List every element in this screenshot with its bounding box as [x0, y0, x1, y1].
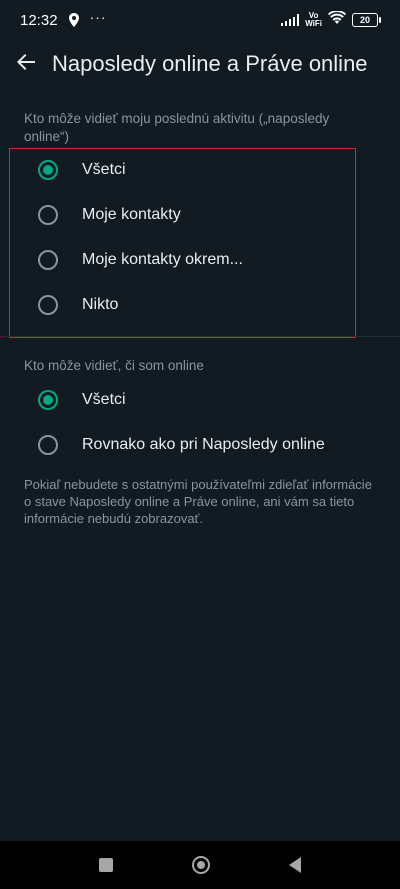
last-seen-option-nobody[interactable]: Nikto [14, 283, 354, 327]
option-label: Moje kontakty [82, 206, 181, 223]
radio-button[interactable] [38, 205, 58, 225]
battery-icon: 20 [352, 13, 381, 27]
signal-icon [281, 14, 300, 26]
system-back-button[interactable] [288, 857, 301, 873]
option-label: Rovnako ako pri Naposledy online [82, 436, 325, 453]
vowifi-indicator: Vo WiFi [305, 12, 322, 28]
radio-button[interactable] [38, 250, 58, 270]
online-option-same-as-last-seen[interactable]: Rovnako ako pri Naposledy online [14, 423, 354, 467]
wifi-icon [328, 9, 346, 30]
status-left: 12:32 ··· [20, 9, 107, 29]
option-label: Nikto [82, 296, 119, 313]
more-notifications-icon: ··· [89, 9, 107, 25]
status-right: Vo WiFi 20 [281, 9, 381, 30]
last-seen-section-label: Kto môže vidieť moju poslednú aktivitu (… [24, 111, 330, 144]
back-button[interactable] [12, 50, 40, 78]
last-seen-option-my-contacts[interactable]: Moje kontakty [14, 193, 354, 237]
radio-button-selected[interactable] [38, 390, 58, 410]
last-seen-option-everyone[interactable]: Všetci [14, 148, 354, 192]
option-label: Všetci [82, 391, 126, 408]
recents-button[interactable] [99, 858, 114, 872]
radio-button[interactable] [38, 435, 58, 455]
online-section-label: Kto môže vidieť, či som online [24, 358, 204, 373]
app-header: Naposledy online a Práve online [0, 40, 400, 88]
option-label: Všetci [82, 161, 126, 178]
radio-button[interactable] [38, 295, 58, 315]
section-divider [0, 336, 400, 337]
last-seen-option-my-contacts-except[interactable]: Moje kontakty okrem... [14, 238, 354, 282]
system-nav-bar [0, 841, 400, 889]
status-time: 12:32 [20, 11, 58, 29]
page-title: Naposledy online a Práve online [52, 51, 368, 76]
status-bar: 12:32 ··· Vo WiFi 20 [0, 0, 400, 40]
vowifi-bottom: WiFi [305, 19, 322, 28]
option-label: Moje kontakty okrem... [82, 251, 243, 268]
privacy-note: Pokiaľ nebudete s ostatnými používateľmi… [24, 477, 372, 526]
radio-button-selected[interactable] [38, 160, 58, 180]
location-icon [68, 13, 80, 27]
arrow-left-icon [16, 52, 36, 77]
home-button[interactable] [191, 856, 210, 874]
online-option-everyone[interactable]: Všetci [14, 378, 354, 422]
battery-level: 20 [359, 15, 370, 25]
